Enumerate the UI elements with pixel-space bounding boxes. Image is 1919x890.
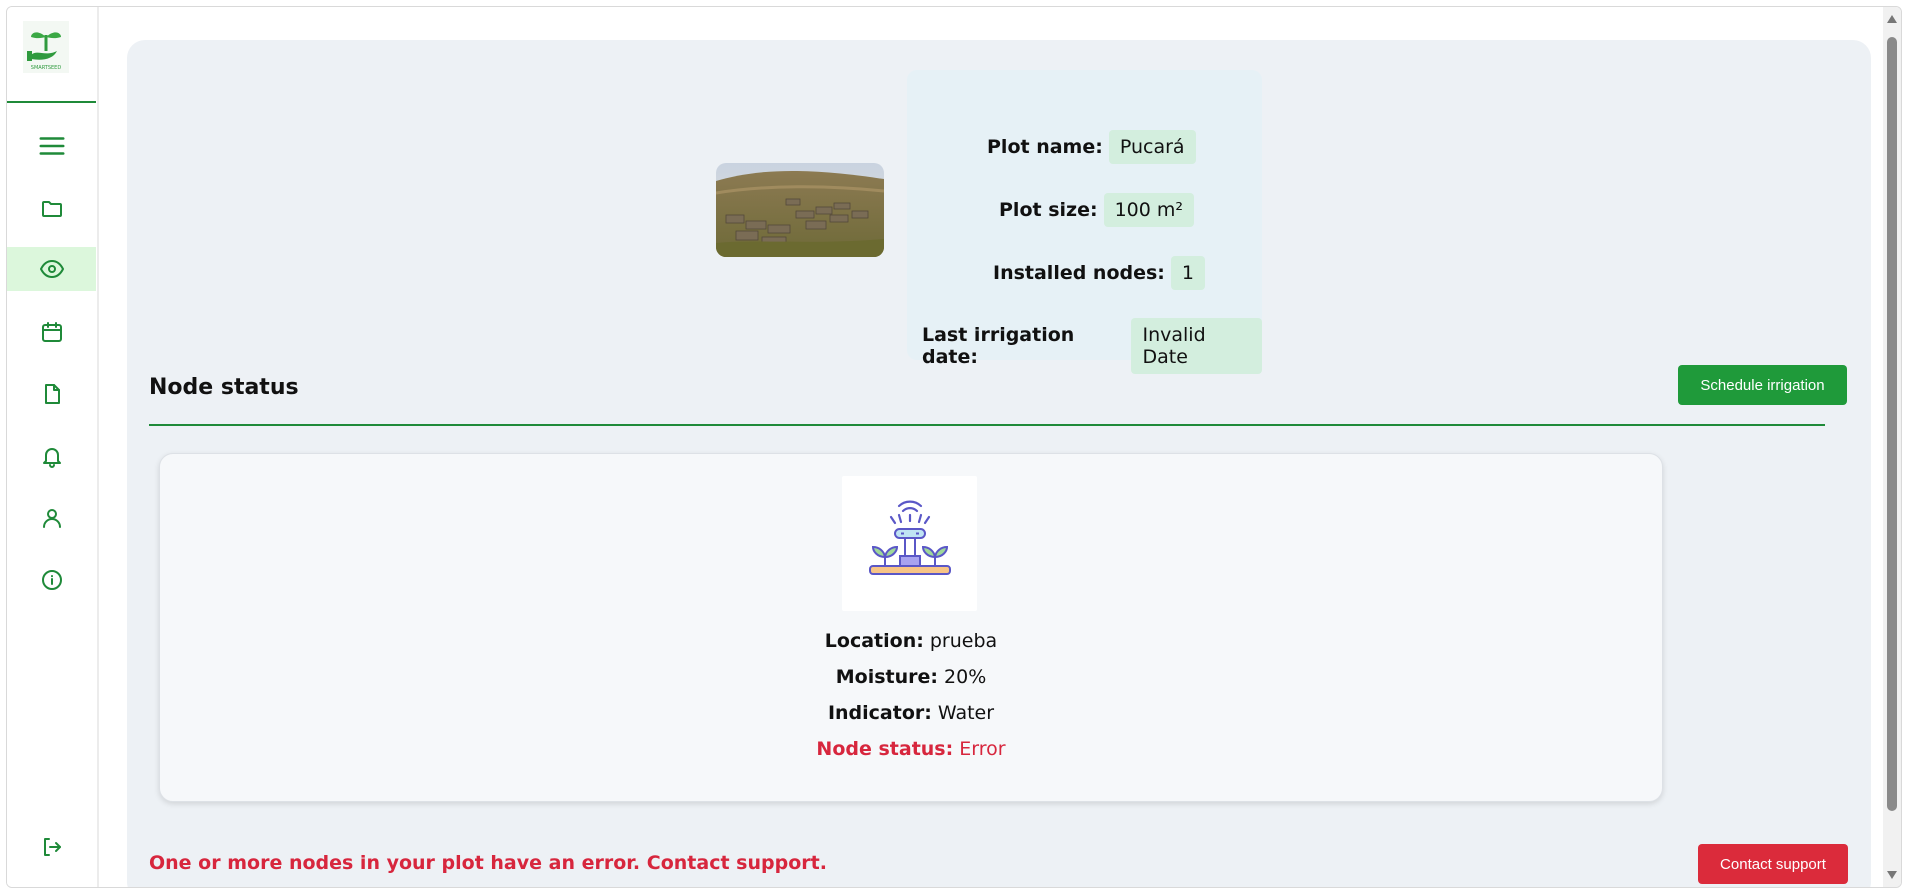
node-status-heading: Node status — [149, 375, 299, 400]
plot-name-row: Plot name: Pucará — [987, 130, 1196, 164]
last-irrigation-value: Invalid Date — [1131, 318, 1262, 374]
plot-size-value: 100 m² — [1103, 193, 1194, 227]
logo-divider — [7, 101, 96, 103]
plot-detail-panel: Plot name: Pucará Plot size: 100 m² Inst… — [127, 40, 1871, 887]
node-indicator-value: Water — [937, 702, 995, 724]
menu-icon — [39, 137, 64, 155]
scroll-down-arrow-icon[interactable] — [1887, 871, 1897, 879]
node-location: Location: prueba — [160, 630, 1662, 652]
last-irrigation-label: Last irrigation date: — [922, 324, 1075, 368]
svg-text:SMARTSEED: SMARTSEED — [31, 65, 62, 71]
node-card: Location: prueba Moisture: 20% Indicator… — [159, 453, 1663, 802]
node-moisture-value: 20% — [944, 666, 987, 688]
installed-nodes-label: Installed nodes: — [993, 262, 1165, 284]
menu-toggle-button[interactable] — [7, 124, 96, 168]
sidebar-item-profile[interactable] — [7, 496, 96, 540]
last-irrigation-row: Last irrigation date: Invalid Date — [922, 318, 1262, 374]
node-moisture-label: Moisture: — [835, 666, 938, 688]
node-location-label: Location: — [824, 630, 924, 652]
document-icon — [44, 384, 60, 404]
calendar-icon — [41, 322, 62, 342]
logout-button[interactable] — [7, 825, 96, 869]
info-icon — [41, 570, 62, 590]
plot-size-label: Plot size: — [999, 199, 1098, 221]
contact-support-button[interactable]: Contact support — [1698, 844, 1848, 884]
sidebar-item-about[interactable] — [7, 558, 96, 602]
schedule-irrigation-button[interactable]: Schedule irrigation — [1678, 365, 1847, 405]
sidebar-item-monitor[interactable] — [7, 247, 96, 291]
node-moisture: Moisture: 20% — [160, 666, 1662, 688]
node-indicator-label: Indicator: — [827, 702, 932, 724]
node-status: Node status: Error — [160, 738, 1662, 760]
node-image — [842, 476, 977, 611]
node-indicator: Indicator: Water — [160, 702, 1662, 724]
installed-nodes-row: Installed nodes: 1 — [993, 256, 1206, 290]
installed-nodes-value: 1 — [1170, 256, 1206, 290]
app-logo[interactable]: SMARTSEED — [23, 21, 69, 73]
scroll-thumb[interactable] — [1887, 37, 1897, 811]
folder-icon — [41, 201, 62, 217]
error-message: One or more nodes in your plot have an e… — [149, 852, 827, 874]
sidebar-item-plots[interactable] — [7, 187, 96, 231]
node-status-label: Node status: — [816, 738, 954, 760]
user-icon — [42, 509, 61, 528]
sprinkler-icon — [868, 500, 951, 575]
app-window: SMARTSEED Plot name: Pucará Plot size: 1… — [6, 6, 1902, 888]
vertical-scrollbar[interactable] — [1883, 7, 1901, 887]
scroll-up-arrow-icon[interactable] — [1887, 15, 1897, 23]
sidebar: SMARTSEED — [7, 7, 99, 887]
plot-name-label: Plot name: — [987, 136, 1103, 158]
plot-info-card: Plot name: Pucará Plot size: 100 m² Inst… — [907, 70, 1262, 374]
section-divider — [149, 424, 1825, 426]
bell-icon — [42, 448, 61, 468]
sidebar-item-notifications[interactable] — [7, 434, 96, 478]
sidebar-item-reports[interactable] — [7, 372, 96, 416]
node-location-value: prueba — [929, 630, 998, 652]
eye-icon — [39, 260, 64, 278]
plot-photo — [716, 163, 884, 257]
landscape-image — [716, 163, 884, 257]
sidebar-item-calendar[interactable] — [7, 310, 96, 354]
plot-name-value: Pucará — [1108, 130, 1196, 164]
plot-size-row: Plot size: 100 m² — [999, 193, 1194, 227]
logout-icon — [43, 838, 61, 856]
logo-icon: SMARTSEED — [23, 21, 69, 73]
node-status-value: Error — [959, 738, 1006, 760]
